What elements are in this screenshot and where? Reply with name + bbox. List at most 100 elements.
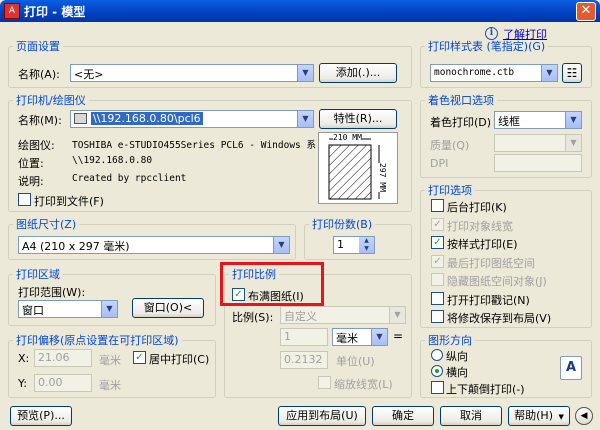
edit-plot-style-button[interactable]: ☷ [562,63,582,83]
plot-option-checkbox[interactable]: ✓ [431,236,444,249]
upside-down-label: 上下颠倒打印(-) [446,383,525,396]
spin-up-icon[interactable]: ▲ [359,237,374,245]
print-to-file-label: 打印到文件(F) [34,195,104,208]
chevron-down-icon: ▼ [273,237,289,253]
chevron-down-icon: ▼ [297,65,313,81]
plot-option-label: 后台打印(K) [447,201,507,214]
print-to-file-checkbox[interactable] [18,193,31,206]
shade-plot-value: 线框 [498,115,520,128]
spin-down-icon[interactable]: ▼ [359,245,374,253]
plot-style-value: monochrome.ctb [434,67,515,78]
plot-options-legend: 打印选项 [428,184,472,197]
offset-y-label: Y: [18,377,27,390]
landscape-label: 横向 [446,366,468,379]
scale-unit1-value: 毫米 [336,332,358,345]
upside-down-checkbox[interactable] [431,381,444,394]
plot-style-select[interactable]: monochrome.ctb ▼ [430,64,558,82]
scale-unit1-select[interactable]: 毫米 ▼ [332,328,388,346]
printer-properties-button[interactable]: 特性(R)... [319,109,397,129]
more-options-button[interactable]: ◀ [575,407,593,425]
print-range-value: 窗口 [22,304,44,317]
shaded-viewport-legend: 着色视口选项 [428,94,494,107]
print-area-legend: 打印区域 [16,268,60,281]
paper-size-legend: 图纸尺寸(Z) [16,218,77,231]
plot-option-label: 将修改保存到布局(V) [447,312,552,325]
quality-select[interactable]: ▼ [494,134,582,152]
description-label: 说明: [18,175,44,188]
help-button[interactable]: 帮助(H) ▼ [508,406,570,426]
printer-name-label: 名称(M): [18,114,62,127]
quality-label: 质量(Q) [430,139,470,152]
cancel-button[interactable]: 取消 [440,406,502,426]
copies-legend: 打印份数(B) [312,218,373,231]
paper-size-value: A4 (210 x 297 毫米) [22,240,130,253]
plot-option-label: 最后打印图纸空间 [447,256,535,270]
center-print-checkbox[interactable]: ✓ [133,351,146,364]
plot-option-label: 隐藏图纸空间对象(J) [447,275,547,288]
page-setup-name-value: <无> [74,68,104,81]
page-setup-name-label: 名称(A): [18,68,60,81]
chevron-down-icon: ▼ [558,413,564,421]
apply-to-layout-button[interactable]: 应用到布局(U) [278,406,366,426]
plot-option-checkbox[interactable]: ✓ [431,217,444,231]
scale-lineweights-label: 缩放线宽(L) [334,378,393,391]
offset-x-input[interactable]: 21.06 [34,349,92,367]
window-select-button[interactable]: 窗口(O)< [132,298,204,318]
plot-style-legend: 打印样式表 (笔指定)(G) [428,40,546,53]
plot-option-checkbox[interactable] [431,291,444,305]
scale-value: 自定义 [284,310,317,323]
shade-plot-select[interactable]: 线框 ▼ [494,111,582,129]
chevron-down-icon: ▼ [371,329,387,345]
plot-option-checkbox[interactable]: ✓ [431,254,444,268]
portrait-radio[interactable] [431,349,443,361]
print-offset-legend: 打印偏移(原点设置在可打印区域) [16,334,179,347]
dpi-label: DPI [430,157,449,170]
orientation-preview-letter: A [566,360,577,375]
print-range-label: 打印范围(W): [18,286,86,299]
page-setup-name-select[interactable]: <无> ▼ [70,64,314,82]
plotter-label: 绘图仪: [18,139,55,152]
dpi-input[interactable] [494,154,582,172]
plot-option-checkbox[interactable] [431,273,444,286]
paper-size-select[interactable]: A4 (210 x 297 毫米) ▼ [18,236,290,254]
printer-name-select[interactable]: \\192.168.0.80\pcl6 ▼ [70,110,314,128]
copies-spinner[interactable]: ▲ ▼ [359,237,374,253]
chevron-down-icon: ▼ [389,307,405,323]
scale-unit2-label: 单位(U) [336,355,375,368]
preview-width-label: 210 MM [333,133,362,142]
chevron-down-icon: ▼ [297,111,313,127]
landscape-radio[interactable] [431,365,443,377]
plot-option-checkbox[interactable] [431,310,444,323]
help-button-label: 帮助(H) [514,409,553,422]
scale-select[interactable]: 自定义 ▼ [280,306,406,324]
orientation-preview-icon: A [560,356,582,380]
chevron-down-icon: ▼ [565,135,581,151]
paper-preview: 210 MM 297 MM [318,132,398,204]
location-label: 位置: [18,157,44,170]
preview-button[interactable]: 预览(P)... [10,406,72,426]
scale-value1-input[interactable]: 1 [280,328,328,346]
center-print-label: 居中打印(C) [149,353,210,366]
scale-label: 比例(S): [232,311,274,324]
scale-value2-input[interactable]: 0.2132 [280,351,328,369]
orientation-legend: 图形方向 [428,334,472,347]
offset-y-input[interactable]: 0.00 [34,374,92,392]
shade-plot-label: 着色打印(D) [430,116,492,129]
fit-to-paper-checkbox[interactable]: ✓ [232,288,245,301]
plot-option-label: 打开打印戳记(N) [447,293,530,307]
print-range-select[interactable]: 窗口 ▼ [18,300,118,318]
window-title: 打印 - 模型 [24,5,86,19]
plot-option-label: 按样式打印(E) [447,238,518,251]
chevron-down-icon: ▼ [565,112,581,128]
plot-option-label: 打印对象线宽 [447,219,513,233]
description-value: Created by rpcclient [72,173,187,184]
plot-option-checkbox[interactable] [431,199,444,212]
ok-button[interactable]: 确定 [372,406,434,426]
printer-legend: 打印机/绘图仪 [16,94,86,107]
app-icon: A [4,3,20,19]
close-button[interactable]: ✕ [576,2,596,21]
scale-lineweights-checkbox[interactable] [318,376,331,389]
scale-equals: = [393,329,404,343]
add-page-setup-button[interactable]: 添加(.)... [319,63,397,83]
fit-to-paper-label: 布满图纸(I) [248,290,304,303]
